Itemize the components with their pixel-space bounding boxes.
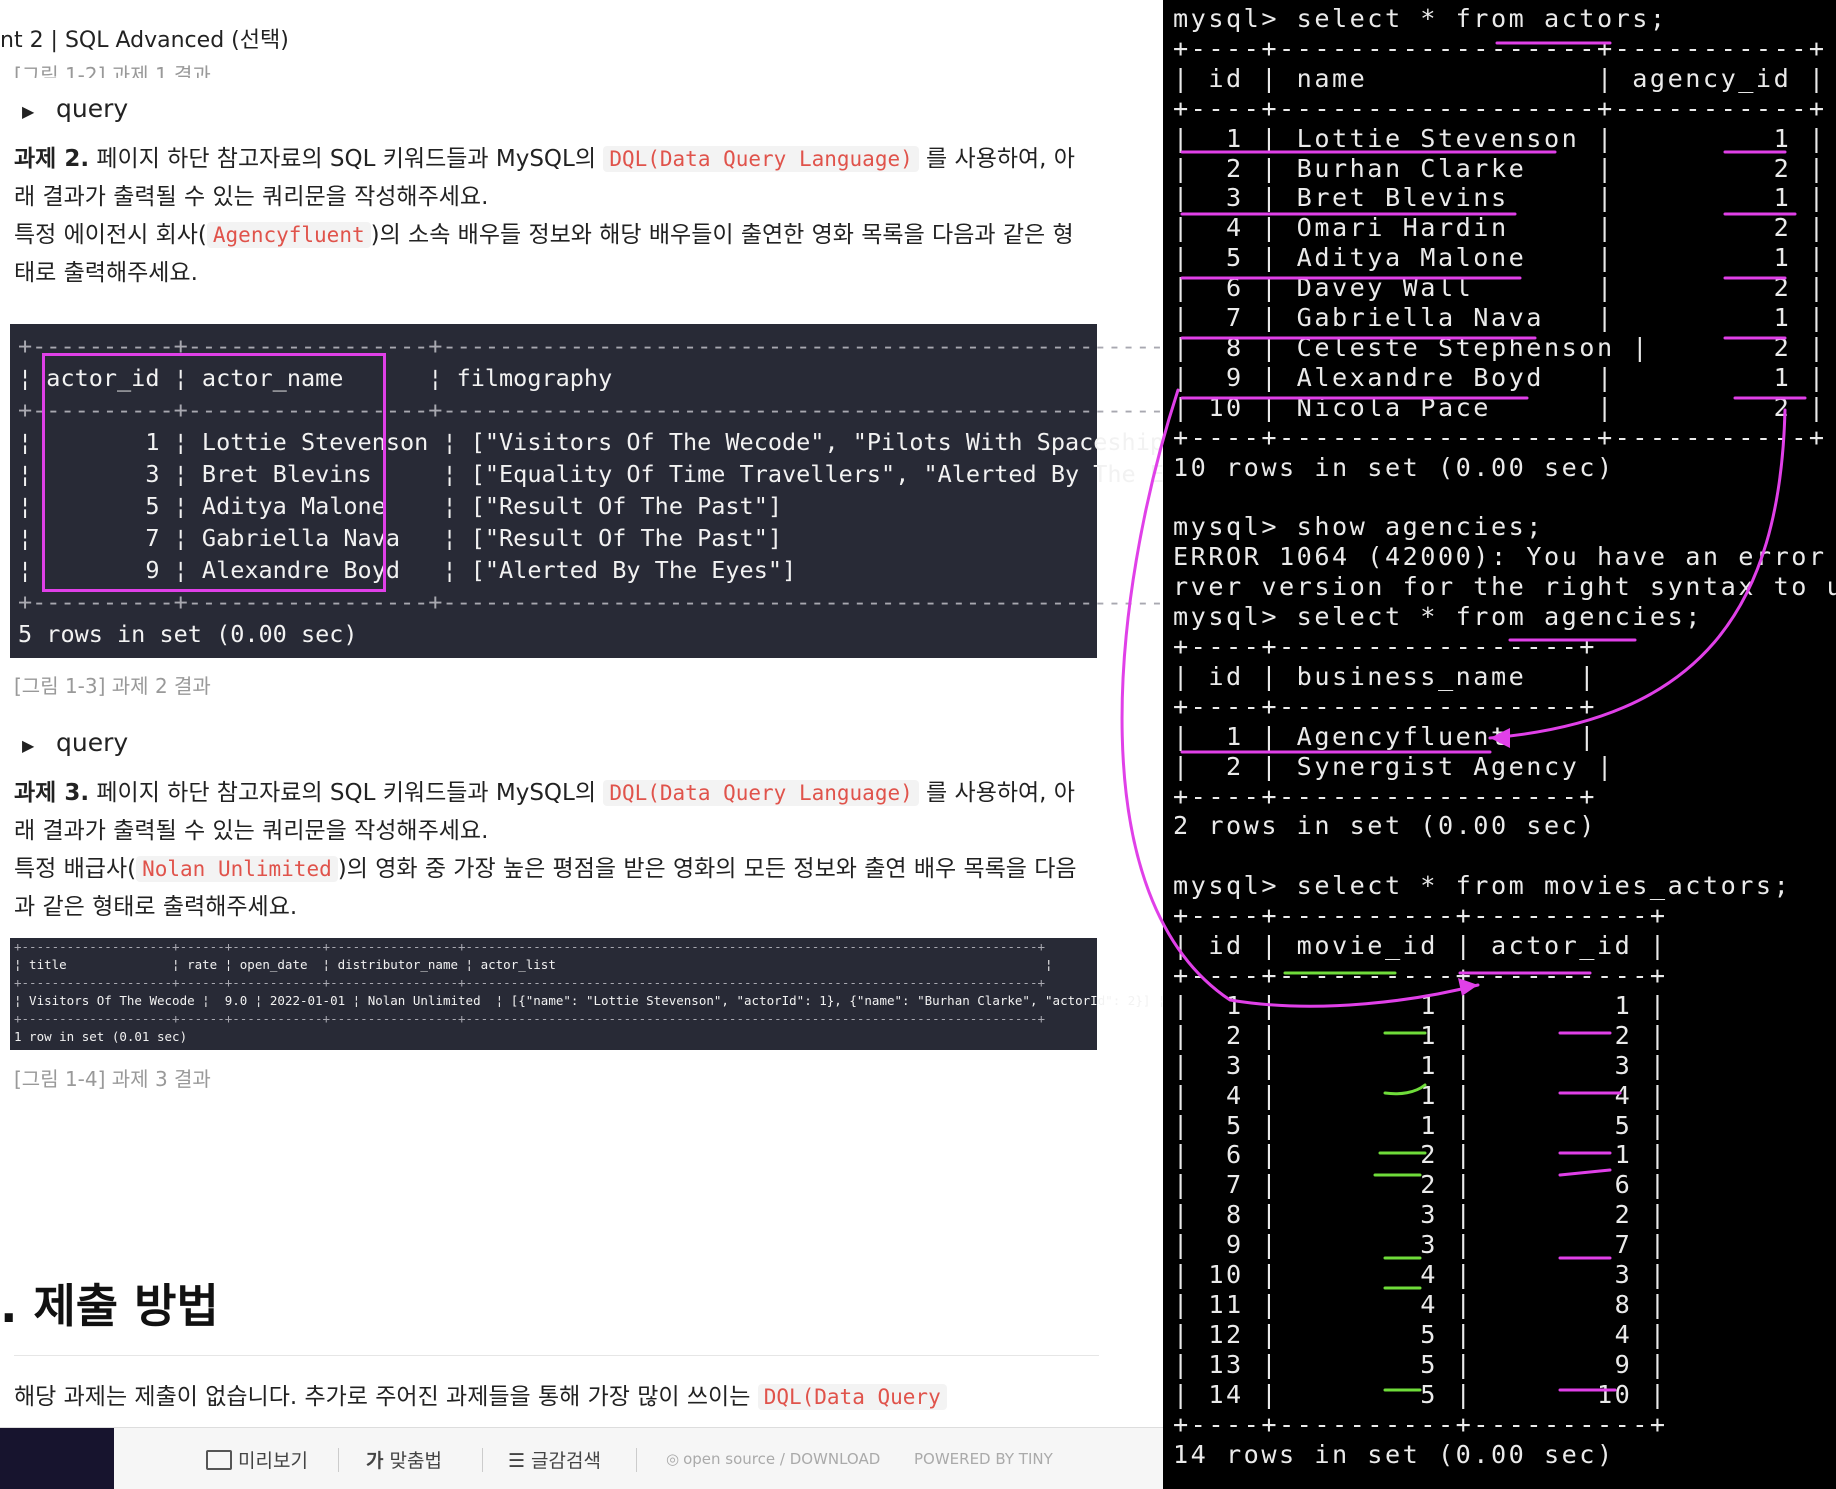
figure-task3-result: +--------------------+------+-----------…	[10, 938, 1163, 1050]
fig3-footer: 5 rows in set (0.00 sec)	[18, 620, 358, 648]
opensource-icon: ◎	[666, 1450, 680, 1468]
powered-by-label: POWERED BY TINY	[914, 1450, 1053, 1468]
task3-code-distributor: Nolan Unlimited	[136, 856, 338, 882]
task3-paragraph: 과제 3. 페이지 하단 참고자료의 SQL 키워드들과 MySQL의 DQL(…	[14, 774, 1094, 926]
opensource-label: open source / DOWNLOAD	[683, 1450, 881, 1468]
divider	[14, 1355, 1099, 1356]
toggle-label: query	[56, 94, 129, 123]
spellcheck-icon: 가	[366, 1450, 384, 1472]
fig4-row: ¦ Visitors Of The Wecode ¦ 9.0 ¦ 2022-01…	[14, 993, 1163, 1008]
search-doc-icon: ☰	[508, 1450, 526, 1472]
preview-button[interactable]: 미리보기	[206, 1446, 308, 1473]
task2-text3: 특정 에이전시 회사(	[14, 222, 207, 248]
triangle-right-icon: ▶	[22, 102, 35, 121]
figure-caption-cut: [그림 1-2] 과제 1 결과	[14, 63, 211, 78]
submit-code: DQL(Data Query	[757, 1384, 947, 1410]
material-search-label: 글감검색	[531, 1450, 601, 1472]
spellcheck-button[interactable]: 가 맞춤법	[366, 1446, 442, 1473]
sidebar-dark-block	[0, 1428, 114, 1489]
section-heading: . 제출 방법	[0, 1279, 219, 1333]
task2-code-dql: DQL(Data Query Language)	[603, 146, 919, 172]
separator	[636, 1448, 637, 1472]
fig4-header: ¦ title ¦ rate ¦ open_date ¦ distributor…	[14, 957, 1053, 972]
submit-text: 해당 과제는 제출이 없습니다. 추가로 주어진 과제들을 통해 가장 많이 쓰…	[14, 1384, 758, 1410]
material-search-button[interactable]: ☰ 글감검색	[508, 1446, 601, 1473]
fig4-border-mid: +--------------------+------+-----------…	[14, 975, 1046, 990]
task3-text1: 페이지 하단 참고자료의 SQL 키워드들과 MySQL의	[89, 780, 604, 806]
separator	[482, 1448, 483, 1472]
page-title: nt 2 | SQL Advanced (선택)	[0, 28, 289, 53]
figure-caption: [그림 1-3] 과제 2 결과	[14, 674, 211, 698]
task3-code-dql: DQL(Data Query Language)	[603, 780, 919, 806]
fig4-border-bottom: +--------------------+------+-----------…	[14, 1011, 1046, 1026]
query-toggle-1[interactable]: ▶ query	[22, 94, 128, 123]
monitor-icon	[206, 1450, 232, 1470]
query-toggle-2[interactable]: ▶ query	[22, 728, 128, 757]
spellcheck-label: 맞춤법	[389, 1450, 442, 1472]
figure-task2-result: +----------+-----------------+----------…	[10, 324, 1163, 658]
task2-code-agency: Agencyfluent	[206, 222, 371, 248]
separator	[338, 1448, 339, 1472]
triangle-right-icon: ▶	[22, 736, 35, 755]
task3-lead: 과제 3.	[14, 780, 90, 806]
preview-label: 미리보기	[238, 1450, 308, 1472]
task2-text1: 페이지 하단 참고자료의 SQL 키워드들과 MySQL의	[89, 146, 604, 172]
figure-caption: [그림 1-4] 과제 3 결과	[14, 1067, 211, 1091]
fig4-border-top: +--------------------+------+-----------…	[14, 939, 1046, 954]
task2-paragraph: 과제 2. 페이지 하단 참고자료의 SQL 키워드들과 MySQL의 DQL(…	[14, 140, 1094, 292]
opensource-link[interactable]: ◎ open source / DOWNLOAD	[666, 1450, 880, 1468]
terminal-window[interactable]: mysql> select * from actors; +----+-----…	[1163, 0, 1836, 1489]
document-editor: nt 2 | SQL Advanced (선택) [그림 1-2] 과제 1 결…	[0, 0, 1163, 1489]
submit-paragraph: 해당 과제는 제출이 없습니다. 추가로 주어진 과제들을 통해 가장 많이 쓰…	[14, 1378, 1094, 1416]
editor-bottom-bar: 미리보기 가 맞춤법 ☰ 글감검색 ◎ open source / DOWNLOAD …	[0, 1427, 1163, 1489]
task2-lead: 과제 2.	[14, 146, 90, 172]
highlight-box	[42, 353, 386, 592]
task3-text3: 특정 배급사(	[14, 856, 137, 882]
fig4-footer: 1 row in set (0.01 sec)	[14, 1029, 188, 1044]
toggle-label: query	[56, 728, 129, 757]
terminal-output: mysql> select * from actors; +----+-----…	[1173, 4, 1836, 1469]
